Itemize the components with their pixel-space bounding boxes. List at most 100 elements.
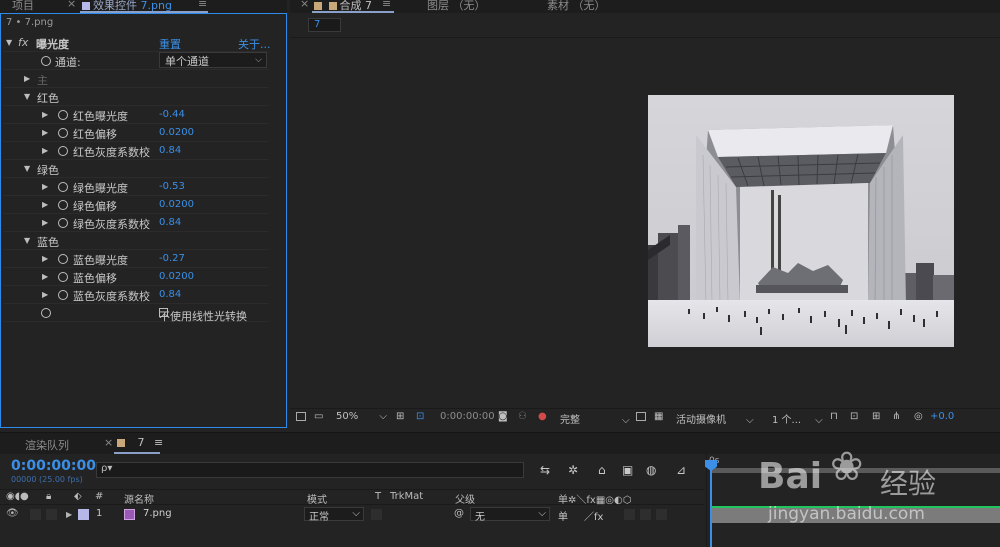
expand-triangle-icon[interactable]: ▶ <box>42 200 48 209</box>
stopwatch-icon[interactable] <box>58 146 68 156</box>
switch-box[interactable] <box>624 509 635 520</box>
panel-menu-icon[interactable]: ≡ <box>198 0 207 10</box>
tab-render-queue[interactable]: 渲染队列 <box>25 437 69 453</box>
expand-triangle-icon[interactable]: ▶ <box>42 272 48 281</box>
expand-triangle-icon[interactable]: ▶ <box>42 146 48 155</box>
stopwatch-icon[interactable] <box>41 56 51 66</box>
expand-triangle-icon[interactable]: ▶ <box>42 218 48 227</box>
stopwatch-icon[interactable] <box>58 110 68 120</box>
reset-link[interactable]: 重置 <box>159 36 181 52</box>
panel-menu-icon[interactable]: ≡ <box>154 436 163 449</box>
stopwatch-icon[interactable] <box>58 218 68 228</box>
reset-exposure-icon[interactable]: ◎ <box>914 411 923 422</box>
group-row-green[interactable]: ▼ 绿色 <box>3 160 269 178</box>
pick-whip-icon[interactable]: @ <box>454 508 464 519</box>
property-value[interactable]: 0.0200 <box>159 199 194 210</box>
close-tab-icon[interactable]: × <box>67 0 76 10</box>
stopwatch-icon[interactable] <box>58 200 68 210</box>
tab-composition-timeline[interactable]: 7 ≡ <box>117 436 163 449</box>
shy-switch[interactable]: 单 <box>558 508 568 523</box>
viewer-timecode[interactable]: 0:00:00:00 <box>440 411 495 422</box>
visibility-column-icon[interactable]: ◉◖● <box>6 491 29 502</box>
snapshot-toggle-icon[interactable] <box>296 411 306 422</box>
safe-margins-icon[interactable]: ⊞ <box>396 411 404 422</box>
show-snapshot-icon[interactable]: ⚇ <box>518 411 527 422</box>
timeline-icon[interactable]: ⊞ <box>872 411 880 422</box>
graph-editor-icon[interactable]: ⊿ <box>676 463 686 477</box>
flowchart-icon[interactable]: ⋔ <box>892 411 900 422</box>
camera-dropdown[interactable]: 活动摄像机 ⌵ <box>676 411 754 426</box>
column-source-name[interactable]: 源名称 <box>124 491 154 506</box>
camera-snapshot-icon[interactable]: ◙ <box>498 411 508 422</box>
toggle-pixel-aspect-icon[interactable]: ⊓ <box>830 411 838 422</box>
exposure-value[interactable]: +0.0 <box>930 411 954 422</box>
expand-triangle-icon[interactable]: ▶ <box>42 290 48 299</box>
property-value[interactable]: 0.84 <box>159 145 181 156</box>
switch-box[interactable] <box>656 509 667 520</box>
channel-dropdown[interactable]: 单个通道 ⌵ <box>159 52 267 68</box>
expand-triangle-icon[interactable]: ▶ <box>42 110 48 119</box>
layer-search-input[interactable]: ρ▾ <box>96 462 524 478</box>
expand-triangle-icon[interactable]: ▶ <box>42 254 48 263</box>
close-tab-icon[interactable]: × <box>300 0 309 10</box>
zoom-dropdown[interactable]: 50% ⌵ <box>336 411 387 422</box>
panel-menu-icon[interactable]: ≡ <box>382 0 391 10</box>
tab-project[interactable]: 项目 <box>12 0 34 13</box>
property-value[interactable]: 0.0200 <box>159 271 194 282</box>
eye-icon[interactable]: 👁︎ <box>6 508 19 519</box>
stopwatch-icon[interactable] <box>58 272 68 282</box>
stopwatch-icon[interactable] <box>58 128 68 138</box>
region-of-interest-icon[interactable]: ⊡ <box>416 411 424 422</box>
composition-mini-flowchart-icon[interactable]: ⇆ <box>540 463 550 477</box>
collapse-triangle-icon[interactable]: ▼ <box>24 92 30 101</box>
property-value[interactable]: -0.27 <box>159 253 185 264</box>
label-column-icon[interactable]: ⬖ <box>74 491 82 502</box>
solo-toggle-box[interactable] <box>46 509 57 520</box>
about-link[interactable]: 关于... <box>238 36 271 52</box>
transparency-grid-icon[interactable]: ▦ <box>654 411 663 422</box>
stopwatch-icon[interactable] <box>58 182 68 192</box>
audio-toggle-box[interactable] <box>30 509 41 520</box>
motion-blur-icon[interactable]: ◍ <box>646 463 656 477</box>
fx-icon[interactable]: fx <box>18 36 28 49</box>
draft-3d-icon[interactable]: ⊡ <box>850 411 858 422</box>
frame-blending-icon[interactable]: ▣ <box>622 463 633 477</box>
property-value[interactable]: 0.84 <box>159 289 181 300</box>
composition-preview-image[interactable] <box>648 95 954 347</box>
stopwatch-icon[interactable] <box>58 290 68 300</box>
hide-shy-layers-icon[interactable]: ⌂ <box>598 463 606 477</box>
views-dropdown[interactable]: 1 个... ⌵ <box>772 411 823 426</box>
collapse-triangle-icon[interactable]: ▼ <box>24 164 30 173</box>
group-row-red[interactable]: ▼ 红色 <box>3 88 269 106</box>
close-tab-icon[interactable]: × <box>104 436 113 449</box>
tab-footage[interactable]: 素材 （无） <box>547 0 606 13</box>
layer-name[interactable]: 7.png <box>143 508 172 519</box>
stopwatch-icon[interactable] <box>41 308 51 318</box>
monitor-icon[interactable]: ▭ <box>314 411 323 422</box>
switch-box[interactable] <box>640 509 651 520</box>
property-value[interactable]: 0.84 <box>159 217 181 228</box>
master-group-row[interactable]: ▶ 主 <box>3 70 269 88</box>
layer-color-label[interactable] <box>78 509 89 520</box>
parent-dropdown[interactable]: 无 ⌵ <box>470 507 550 523</box>
tab-layer[interactable]: 图层 （无） <box>427 0 486 13</box>
stopwatch-icon[interactable] <box>58 254 68 264</box>
comp-breadcrumb[interactable]: 7 <box>308 18 341 32</box>
preserve-transparency-box[interactable] <box>371 509 382 520</box>
property-value[interactable]: 0.0200 <box>159 127 194 138</box>
group-row-blue[interactable]: ▼ 蓝色 <box>3 232 269 250</box>
fx-switch[interactable]: ／fx <box>584 508 603 523</box>
lock-column-icon[interactable]: 🔒︎ <box>46 491 51 502</box>
playhead[interactable] <box>710 462 712 547</box>
channel-rgb-icon[interactable]: ● <box>538 411 547 422</box>
expand-triangle-icon[interactable]: ▶ <box>24 74 30 83</box>
expand-triangle-icon[interactable]: ▶ <box>66 510 72 519</box>
mode-dropdown[interactable]: 正常 ⌵ <box>304 507 364 523</box>
collapse-triangle-icon[interactable]: ▼ <box>6 38 12 47</box>
expand-triangle-icon[interactable]: ▶ <box>42 128 48 137</box>
current-time-display[interactable]: 0:00:00:00 <box>11 458 96 474</box>
collapse-triangle-icon[interactable]: ▼ <box>24 236 30 245</box>
property-value[interactable]: -0.53 <box>159 181 185 192</box>
fast-previews-icon[interactable] <box>636 411 646 422</box>
layer-row[interactable]: 👁︎ ▶ 1 7.png 正常 ⌵ @ 无 ⌵ 单 ／fx <box>0 506 704 523</box>
